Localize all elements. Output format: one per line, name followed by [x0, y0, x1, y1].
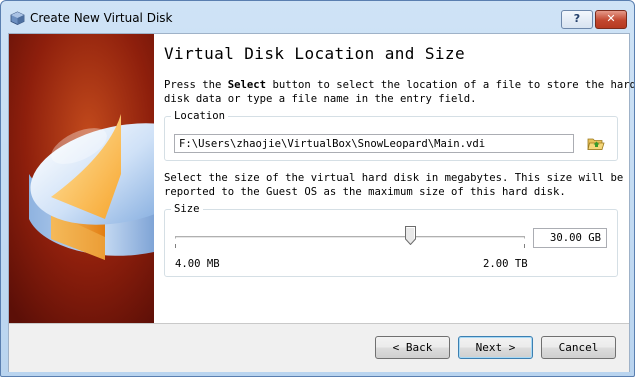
size-group: Size 4.00 MB 2.00 TB [164, 203, 618, 277]
dialog-client-area: Virtual Disk Location and Size Press the… [8, 33, 634, 372]
back-button[interactable]: < Back [375, 336, 450, 359]
folder-open-icon[interactable] [587, 135, 605, 152]
size-slider-thumb[interactable] [405, 226, 417, 245]
location-description-text-end: button to select the location of a file … [266, 79, 635, 91]
help-button[interactable]: ? [561, 10, 593, 29]
size-description-line2: reported to the Guest OS as the maximum … [164, 185, 566, 198]
window-title: Create New Virtual Disk [30, 11, 173, 25]
wizard-page-content: Virtual Disk Location and Size Press the… [154, 34, 634, 323]
location-path-input[interactable] [174, 134, 574, 153]
cancel-button[interactable]: Cancel [541, 336, 616, 359]
size-slider-track[interactable] [175, 236, 525, 239]
size-min-label: 4.00 MB [175, 258, 220, 270]
size-group-label: Size [171, 203, 203, 215]
slider-tick [524, 244, 525, 248]
create-virtual-disk-window: Create New Virtual Disk ? ✕ Virtual Disk… [0, 0, 635, 377]
wizard-button-bar: < Back Next > Cancel [9, 323, 629, 372]
slider-tick [175, 244, 176, 248]
virtualbox-cube-icon [10, 11, 25, 25]
location-group: Location [164, 110, 618, 161]
size-value-input[interactable] [533, 228, 607, 248]
disk-wizard-banner-image [9, 34, 154, 323]
location-description-bold: Select [227, 79, 267, 91]
next-button[interactable]: Next > [458, 336, 533, 359]
location-group-label: Location [171, 110, 229, 122]
size-description: Select the size of the virtual hard disk… [164, 172, 623, 199]
close-button[interactable]: ✕ [595, 10, 627, 29]
location-description-line2: disk data or type a file name in the ent… [164, 92, 477, 105]
size-max-label: 2.00 TB [483, 258, 528, 270]
page-title: Virtual Disk Location and Size [164, 44, 465, 63]
size-description-line1: Select the size of the virtual hard disk… [164, 172, 624, 184]
title-bar[interactable]: Create New Virtual Disk ? ✕ [1, 1, 634, 33]
size-slider-ticks [175, 244, 525, 248]
location-description-text: Press the [164, 79, 228, 91]
location-description: Press the Select button to select the lo… [164, 79, 635, 106]
